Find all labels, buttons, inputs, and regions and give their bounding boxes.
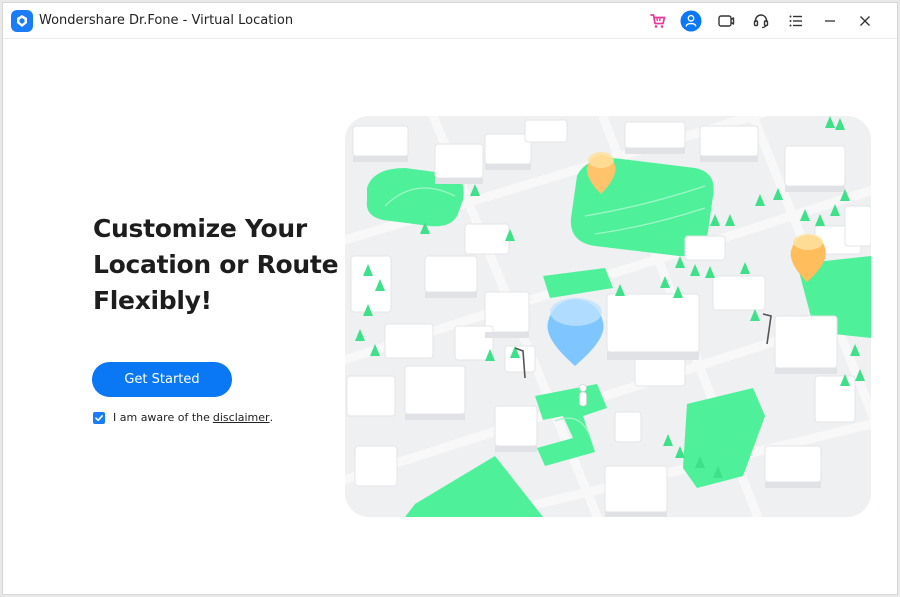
- hero-title: Customize Your Location or Route Flexibl…: [93, 211, 343, 319]
- hero-title-line: Location or Route: [93, 250, 339, 279]
- city-map-illustration: [345, 116, 871, 517]
- user-icon: [680, 10, 702, 32]
- menu-icon: [789, 15, 802, 27]
- screen-record-button[interactable]: [714, 9, 738, 33]
- menu-button[interactable]: [784, 9, 808, 33]
- minimize-button[interactable]: [818, 9, 842, 33]
- cart-icon: [650, 14, 666, 28]
- disclaimer-checkbox[interactable]: [93, 411, 105, 424]
- hero-title-line: Customize Your: [93, 214, 307, 243]
- get-started-button[interactable]: Get Started: [92, 362, 232, 397]
- headset-icon: [753, 14, 769, 29]
- disclaimer-consent: I am aware of the disclaimer .: [93, 411, 273, 424]
- drfone-logo-icon: [11, 10, 33, 32]
- window-title: Wondershare Dr.Fone - Virtual Location: [39, 13, 294, 28]
- checkmark-icon: [95, 414, 103, 421]
- disclaimer-link[interactable]: disclaimer: [213, 411, 270, 424]
- cart-button[interactable]: [646, 9, 670, 33]
- close-button[interactable]: [853, 9, 877, 33]
- city-map-graphic: [345, 116, 871, 517]
- account-button[interactable]: [679, 9, 703, 33]
- consent-text: I am aware of the: [113, 411, 210, 424]
- minimize-icon: [825, 20, 835, 22]
- support-button[interactable]: [749, 9, 773, 33]
- consent-suffix: .: [269, 411, 274, 424]
- close-icon: [860, 16, 870, 26]
- hero-title-line: Flexibly!: [93, 286, 212, 315]
- title-bar: Wondershare Dr.Fone - Virtual Location: [3, 3, 897, 39]
- app-window: Wondershare Dr.Fone - Virtual Location C…: [2, 2, 898, 595]
- screen-record-icon: [718, 15, 735, 27]
